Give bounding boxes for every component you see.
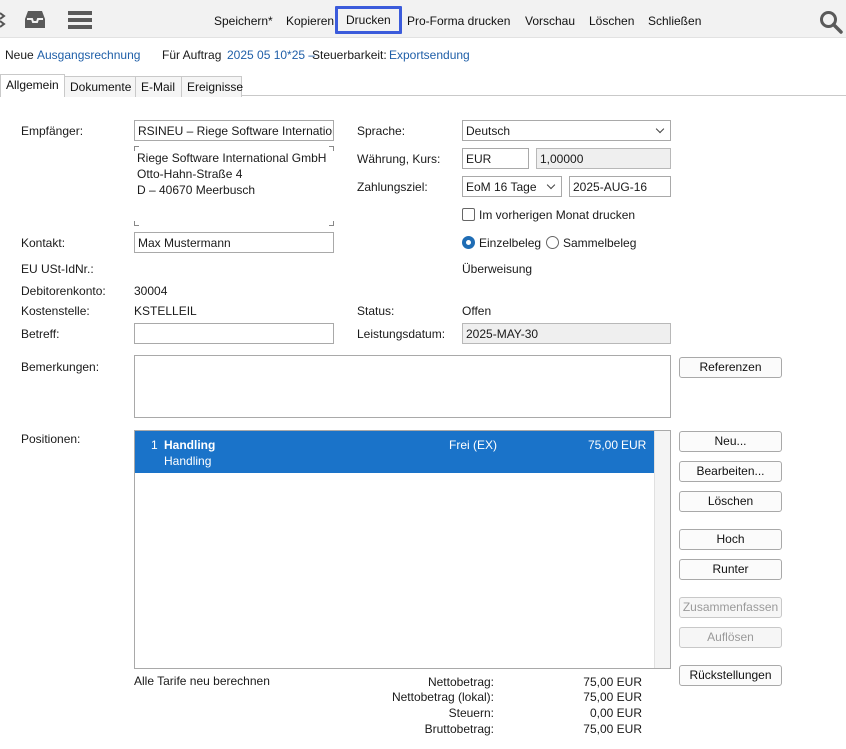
status-label: Status: bbox=[357, 304, 395, 318]
tab-documents[interactable]: Dokumente bbox=[64, 76, 136, 97]
position-amount: 75,00 bbox=[587, 438, 618, 452]
address-line: Otto-Hahn-Straße 4 bbox=[137, 167, 243, 181]
position-currency: EUR bbox=[621, 438, 647, 452]
position-subtitle: Handling bbox=[164, 454, 212, 468]
tab-email[interactable]: E-Mail bbox=[135, 76, 182, 97]
delete-button[interactable]: Löschen bbox=[589, 14, 634, 28]
address-line: Riege Software International GmbH bbox=[137, 151, 327, 165]
merge-button[interactable]: Zusammenfassen bbox=[679, 597, 782, 618]
service-date-field: 2025-MAY-30 bbox=[462, 323, 671, 344]
list-icon[interactable] bbox=[68, 11, 92, 29]
net-amount-value: 75,00 EUR bbox=[583, 675, 642, 689]
position-tax: Frei (EX) bbox=[449, 438, 497, 452]
single-document-label: Einzelbeleg bbox=[479, 236, 542, 250]
delete-position-button[interactable]: Löschen bbox=[679, 491, 782, 512]
cost-center-value: KSTELLEIL bbox=[134, 304, 197, 318]
exchange-rate-field: 1,00000 bbox=[536, 148, 671, 169]
language-select[interactable]: Deutsch bbox=[462, 120, 671, 141]
collective-document-label: Sammelbeleg bbox=[563, 236, 637, 250]
net-amount-label: Nettobetrag: bbox=[427, 675, 494, 689]
positions-list[interactable]: 1 Handling Handling Frei (EX) 75,00 EUR bbox=[134, 430, 671, 669]
position-number: 1 bbox=[151, 438, 158, 452]
subject-input[interactable] bbox=[134, 323, 334, 344]
new-position-button[interactable]: Neu... bbox=[679, 431, 782, 452]
print-button[interactable]: Drucken bbox=[335, 6, 402, 34]
due-date-input[interactable]: 2025-AUG-16 bbox=[569, 176, 671, 197]
edit-position-button[interactable]: Bearbeiten... bbox=[679, 461, 782, 482]
contact-label: Kontakt: bbox=[21, 236, 66, 250]
address-box[interactable]: Riege Software International GmbH Otto-H… bbox=[134, 146, 334, 226]
prev-month-label: Im vorherigen Monat drucken bbox=[479, 208, 636, 222]
cost-center-label: Kostenstelle: bbox=[21, 304, 90, 318]
tab-general[interactable]: Allgemein bbox=[0, 74, 65, 97]
proforma-print-button[interactable]: Pro-Forma drucken bbox=[407, 14, 510, 28]
remarks-label: Bemerkungen: bbox=[21, 360, 100, 374]
order-label: Für Auftrag bbox=[162, 48, 222, 62]
vat-id-label: EU USt-IdNr.: bbox=[21, 262, 94, 276]
service-date-label: Leistungsdatum: bbox=[357, 327, 446, 341]
gross-amount-value: 75,00 EUR bbox=[583, 722, 642, 736]
bank-transfer-link[interactable]: Überweisung bbox=[462, 262, 532, 276]
collapse-icon[interactable] bbox=[0, 11, 6, 29]
references-button[interactable]: Referenzen bbox=[679, 357, 782, 378]
gross-amount-label: Bruttobetrag: bbox=[424, 722, 494, 736]
split-button[interactable]: Auflösen bbox=[679, 627, 782, 648]
save-button[interactable]: Speichern* bbox=[214, 14, 273, 28]
net-local-label: Nettobetrag (lokal): bbox=[391, 690, 494, 704]
currency-label: Währung, Kurs: bbox=[357, 152, 441, 166]
payment-terms-label: Zahlungsziel: bbox=[357, 180, 428, 194]
taxes-label: Steuern: bbox=[448, 706, 494, 720]
preview-button[interactable]: Vorschau bbox=[525, 14, 575, 28]
single-document-radio[interactable] bbox=[462, 236, 475, 249]
debitor-value: 30004 bbox=[134, 284, 168, 298]
toolbar: Speichern* Kopieren Drucken Pro-Forma dr… bbox=[0, 0, 846, 38]
prev-month-checkbox[interactable] bbox=[462, 208, 475, 221]
move-up-button[interactable]: Hoch bbox=[679, 529, 782, 550]
taxes-value: 0,00 EUR bbox=[589, 706, 642, 720]
contact-input[interactable]: Max Mustermann bbox=[134, 232, 334, 253]
subject-label: Betreff: bbox=[21, 327, 60, 341]
table-row[interactable]: 1 Handling Handling Frei (EX) 75,00 EUR bbox=[135, 431, 654, 473]
move-down-button[interactable]: Runter bbox=[679, 559, 782, 580]
document-type: Ausgangsrechnung bbox=[37, 48, 141, 62]
collective-document-radio[interactable] bbox=[546, 236, 559, 249]
provisions-button[interactable]: Rückstellungen bbox=[679, 665, 782, 686]
debitor-label: Debitorenkonto: bbox=[21, 284, 106, 298]
order-number[interactable]: 2025 05 10*25 – bbox=[227, 48, 315, 62]
payment-terms-select[interactable]: EoM 16 Tage bbox=[462, 176, 562, 197]
recalculate-tariffs-link[interactable]: Alle Tarife neu berechnen bbox=[134, 674, 270, 688]
scrollbar[interactable] bbox=[654, 431, 670, 668]
language-label: Sprache: bbox=[357, 124, 406, 138]
copy-button[interactable]: Kopieren bbox=[286, 14, 334, 28]
positions-label: Positionen: bbox=[21, 432, 81, 446]
tax-value: Exportsendung bbox=[389, 48, 470, 62]
recipient-input[interactable]: RSINEU – Riege Software International Gm… bbox=[134, 120, 334, 141]
status-value: Offen bbox=[462, 304, 492, 318]
remarks-textarea[interactable] bbox=[134, 355, 671, 418]
address-line: D – 40670 Meerbusch bbox=[137, 183, 256, 197]
tax-label: Steuerbarkeit: bbox=[312, 48, 387, 62]
net-local-value: 75,00 EUR bbox=[583, 690, 642, 704]
new-label: Neue bbox=[5, 48, 34, 62]
search-icon[interactable] bbox=[819, 10, 843, 34]
inbox-icon[interactable] bbox=[24, 10, 46, 29]
close-button[interactable]: Schließen bbox=[648, 14, 701, 28]
currency-input[interactable]: EUR bbox=[462, 148, 529, 169]
tab-events[interactable]: Ereignisse bbox=[181, 76, 243, 97]
position-title: Handling bbox=[164, 438, 216, 452]
tab-bar: Allgemein Dokumente E-Mail Ereignisse bbox=[0, 74, 846, 97]
recipient-label: Empfänger: bbox=[21, 124, 84, 138]
